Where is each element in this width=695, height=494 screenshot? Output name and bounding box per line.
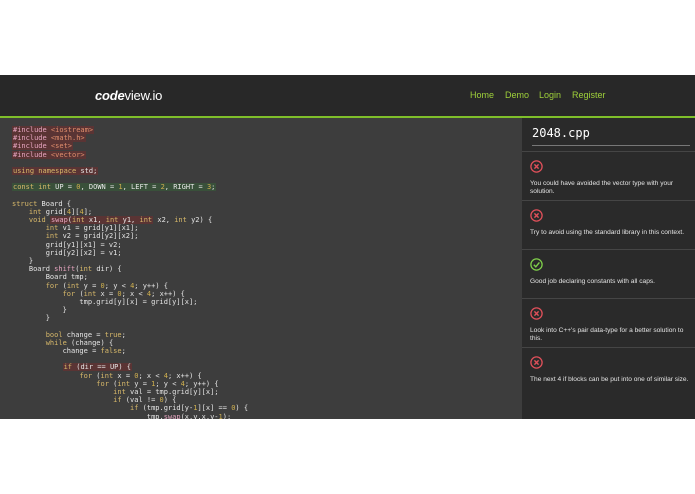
feedback-item[interactable]: The next 4 if blocks can be put into one… xyxy=(522,347,695,396)
code-line: int grid[4][4]; xyxy=(28,207,93,216)
code-line: const int UP = 0, DOWN = 1, LEFT = 2, RI… xyxy=(12,183,248,192)
code-line: grid[y2][x2] = v1; xyxy=(12,248,122,257)
feedback-item[interactable]: Try to avoid using the standard library … xyxy=(522,200,695,249)
feedback-item[interactable]: Look into C++'s pair data-type for a bet… xyxy=(522,298,695,347)
nav-register-link[interactable]: Register xyxy=(572,90,606,100)
code-line: int val = tmp.grid[y][x]; xyxy=(113,388,219,396)
code-line: #include <vector> xyxy=(12,150,248,159)
feedback-sidebar: 2048.cpp You could have avoided the vect… xyxy=(522,118,695,419)
code-line: if (dir == UP) { xyxy=(12,363,248,372)
code-line: void swap(int x1, int y1, int x2, int y2… xyxy=(28,216,213,225)
file-name-underline xyxy=(532,145,690,146)
code-line: #include <iostream> xyxy=(12,126,248,134)
check-circle-icon xyxy=(530,258,543,271)
code-line: for (int y = 0; y < 4; y++) { xyxy=(45,281,168,290)
nav-login-link[interactable]: Login xyxy=(539,90,561,100)
code-highlight-error: if (dir == UP) { xyxy=(62,363,133,372)
code-line: int v2 = grid[y2][x2]; xyxy=(45,232,139,241)
feedback-text: Try to avoid using the standard library … xyxy=(530,229,685,236)
code-line: #include <math.h> xyxy=(12,134,248,143)
code-line: if (val != 0) { xyxy=(113,396,177,405)
code-highlight-error: #include <math.h> xyxy=(12,134,86,143)
file-name: 2048.cpp xyxy=(532,126,590,140)
code-line: ​ xyxy=(12,323,248,331)
code-line: change = false; xyxy=(12,347,126,356)
x-circle-icon xyxy=(530,356,543,369)
app-window: codeview.io Home Demo Login Register #in… xyxy=(0,75,695,419)
code-line: ​ xyxy=(12,192,248,200)
top-navbar: codeview.io Home Demo Login Register xyxy=(0,75,695,118)
code-line: ​ xyxy=(12,175,248,183)
code-line: ​ xyxy=(12,159,248,167)
x-circle-icon xyxy=(530,209,543,222)
code-line: tmp.grid[y][x] = grid[y][x]; xyxy=(12,297,198,306)
code-line: int v1 = grid[y1][x1]; xyxy=(45,224,139,233)
code-line: bool change = true; xyxy=(45,330,126,339)
logo[interactable]: codeview.io xyxy=(95,88,162,103)
code-highlight-error: swap(int x1, int y1, int xyxy=(49,216,154,225)
feedback-item[interactable]: Good job declaring constants with all ca… xyxy=(522,249,695,298)
code-line: while (change) { xyxy=(45,338,114,347)
feedback-text: The next 4 if blocks can be put into one… xyxy=(530,376,689,383)
code-line: using namespace std; xyxy=(12,166,248,175)
code-highlight-error: #include <iostream> xyxy=(12,126,95,134)
code-line: for (int y = 1; y < 4; y++) { xyxy=(96,379,219,388)
code-line: Board shift(int dir) { xyxy=(12,265,122,274)
code-line: struct Board { xyxy=(12,199,72,208)
feedback-text: Look into C++'s pair data-type for a bet… xyxy=(530,327,684,342)
x-circle-icon xyxy=(530,307,543,320)
code-line: tmp.swap(x,y,x,y-1); xyxy=(12,412,232,419)
feedback-text: Good job declaring constants with all ca… xyxy=(530,278,655,285)
code-line: ​ xyxy=(12,355,248,363)
code-highlight-error: #include <set> xyxy=(12,142,74,151)
nav-demo-link[interactable]: Demo xyxy=(505,90,529,100)
logo-light: view.io xyxy=(124,88,163,103)
feedback-text: You could have avoided the vector type w… xyxy=(530,180,674,195)
code-highlight-error: using namespace std; xyxy=(12,166,99,175)
code-line: } xyxy=(12,257,34,265)
nav-home-link[interactable]: Home xyxy=(470,90,494,100)
code-content: #include <iostream> #include <math.h> #inc… xyxy=(12,126,248,419)
logo-strong: code xyxy=(95,88,125,103)
x-circle-icon xyxy=(530,160,543,173)
code-line: Board tmp; xyxy=(12,273,88,282)
code-line: if (tmp.grid[y-1][x] == 0) { xyxy=(130,404,249,413)
code-line: grid[y1][x1] = v2; xyxy=(12,240,122,249)
code-editor[interactable]: #include <iostream> #include <math.h> #inc… xyxy=(0,118,522,419)
code-line: for (int x = 0; x < 4; x++) { xyxy=(79,371,202,380)
code-line: #include <set> xyxy=(12,142,248,151)
code-line: } xyxy=(12,314,50,323)
code-line: } xyxy=(12,306,67,315)
code-highlight-error: #include <vector> xyxy=(12,150,86,159)
feedback-item[interactable]: You could have avoided the vector type w… xyxy=(522,151,695,200)
code-line: for (int x = 0; x < 4; x++) { xyxy=(62,289,185,298)
code-highlight-success: const int UP = 0, DOWN = 1, LEFT = 2, RI… xyxy=(12,183,217,192)
